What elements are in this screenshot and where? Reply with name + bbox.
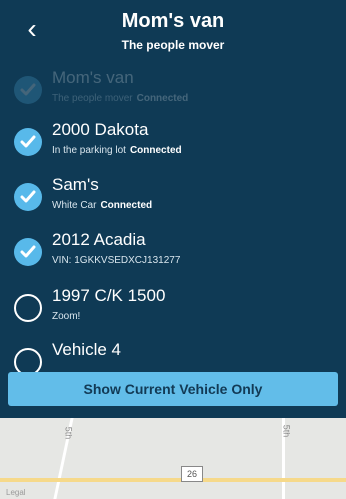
vehicle-name: Sam's	[52, 175, 99, 194]
vehicle-status: Connected	[100, 200, 153, 211]
vehicle-name: 2012 Acadia	[52, 230, 146, 249]
vehicle-name: 1997 C/K 1500	[52, 286, 166, 305]
vehicle-name: Vehicle 4	[52, 340, 121, 359]
unselected-radio-icon	[14, 294, 42, 322]
map-view[interactable]: 5th 5th 26 Legal	[0, 418, 346, 499]
route-shield-icon: 26	[181, 466, 203, 482]
vehicle-detail: White Car Connected	[52, 200, 153, 211]
vehicle-detail: VIN: 1GKKVSEDXCJ131277	[52, 255, 181, 266]
vehicle-item-2012-acadia[interactable]: 2012 Acadia VIN: 1GKKVSEDXCJ131277	[0, 224, 346, 279]
vehicle-item-sams[interactable]: Sam's White Car Connected	[0, 169, 346, 224]
vehicle-status: Connected	[129, 145, 182, 156]
page-subtitle: The people mover	[121, 38, 225, 52]
vehicle-detail: In the parking lot Connected	[52, 145, 182, 156]
map-street-label: 5th	[63, 426, 74, 440]
vehicle-status: Connected	[136, 93, 189, 104]
checkmark-icon	[14, 183, 42, 211]
page-title: Mom's van	[121, 10, 225, 32]
vehicle-detail: Zoom!	[52, 311, 81, 322]
show-current-vehicle-only-button[interactable]: Show Current Vehicle Only	[8, 372, 338, 406]
vehicle-name: 2000 Dakota	[52, 120, 149, 139]
map-road	[0, 478, 346, 482]
vehicle-name: Mom's van	[52, 68, 134, 87]
map-street-label: 5th	[281, 424, 292, 438]
vehicle-item-moms-van[interactable]: Mom's van The people mover Connected	[0, 62, 346, 117]
vehicle-item-1997-ck-1500[interactable]: 1997 C/K 1500 Zoom!	[0, 280, 346, 335]
checkmark-icon	[14, 238, 42, 266]
header: ‹ Mom's van The people mover	[0, 0, 346, 62]
map-legal-label[interactable]: Legal	[6, 488, 26, 497]
vehicle-detail: The people mover Connected	[52, 93, 189, 104]
vehicle-item-2000-dakota[interactable]: 2000 Dakota In the parking lot Connected	[0, 114, 346, 169]
vehicle-selector-panel: ‹ Mom's van The people mover Mom's van T…	[0, 0, 346, 418]
checkmark-icon	[14, 76, 42, 104]
checkmark-icon	[14, 128, 42, 156]
